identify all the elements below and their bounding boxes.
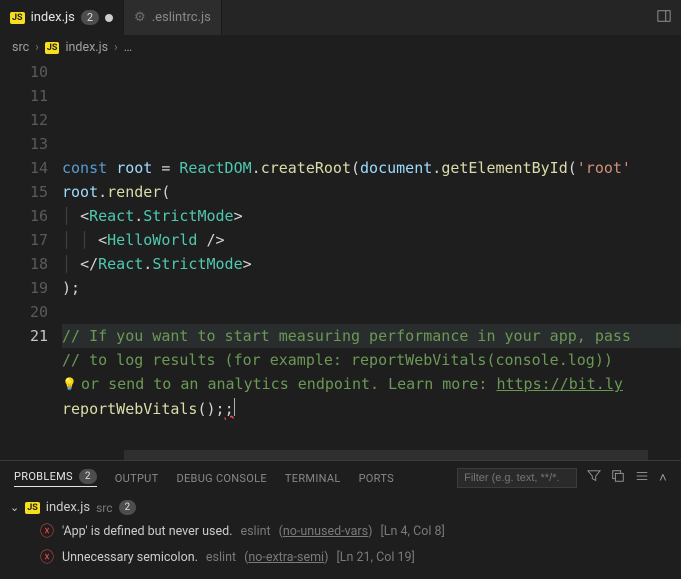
code-line[interactable]: ); — [62, 276, 681, 300]
line-number: 14 — [0, 156, 48, 180]
line-number: 15 — [0, 180, 48, 204]
problem-rule: (no-extra-semi) — [244, 550, 328, 565]
problem-location: [Ln 21, Col 19] — [336, 550, 414, 565]
error-icon: ⓧ — [40, 547, 54, 567]
code-line[interactable]: │ <React.StrictMode> — [62, 204, 681, 228]
panel-tab-label: OUTPUT — [115, 472, 159, 485]
code-line[interactable]: // to log results (for example: reportWe… — [62, 348, 681, 372]
panel-tabs: PROBLEMS 2 OUTPUT DEBUG CONSOLE TERMINAL PORT… — [0, 461, 681, 495]
problem-rule: (no-unused-vars) — [279, 524, 373, 539]
code-line[interactable]: // If you want to start measuring perfor… — [62, 324, 681, 348]
gear-icon: ⚙ — [134, 10, 146, 25]
problem-row[interactable]: ⓧ 'App' is defined but never used. eslint (… — [10, 518, 671, 544]
split-editor-icon — [657, 9, 671, 23]
panel-tab-problems[interactable]: PROBLEMS 2 — [14, 469, 97, 487]
problem-row[interactable]: ⓧ Unnecessary semicolon. eslint (no-extra-s… — [10, 544, 671, 570]
tab-label: .eslintrc.js — [152, 10, 211, 25]
panel-tab-output[interactable]: OUTPUT — [115, 472, 159, 485]
code-line[interactable] — [62, 300, 681, 324]
split-editor-button[interactable] — [647, 9, 681, 27]
line-number: 17 — [0, 228, 48, 252]
breadcrumb-folder: src — [12, 40, 29, 55]
tab-eslintrc-js[interactable]: ⚙ .eslintrc.js — [124, 0, 222, 35]
breadcrumb-more: … — [124, 40, 132, 55]
line-gutter: 101112131415161718192021 — [0, 60, 62, 460]
line-number: 12 — [0, 108, 48, 132]
line-number: 11 — [0, 84, 48, 108]
panel-tab-terminal[interactable]: TERMINAL — [285, 472, 341, 485]
chevron-up-icon[interactable]: ˄ — [659, 470, 667, 486]
editor-tabs: JS index.js 2 ⚙ .eslintrc.js — [0, 0, 681, 35]
panel-tab-ports[interactable]: PORTS — [359, 472, 394, 485]
chevron-right-icon: › — [35, 40, 39, 55]
line-number: 21 — [0, 324, 48, 348]
collapse-all-icon[interactable] — [611, 469, 625, 487]
js-icon: JS — [25, 502, 40, 514]
line-number: 16 — [0, 204, 48, 228]
breadcrumb[interactable]: src › JS index.js › … — [0, 35, 681, 60]
problems-file-name: index.js — [46, 500, 90, 515]
line-number: 19 — [0, 276, 48, 300]
line-number: 18 — [0, 252, 48, 276]
tab-label: index.js — [31, 10, 75, 25]
code-line[interactable]: │ </React.StrictMode> — [62, 252, 681, 276]
js-icon: JS — [45, 42, 60, 54]
line-number: 13 — [0, 132, 48, 156]
tab-index-js[interactable]: JS index.js 2 — [0, 0, 124, 35]
code-editor[interactable]: 101112131415161718192021 const root = Re… — [0, 60, 681, 460]
problems-filter-input[interactable] — [457, 468, 577, 488]
js-icon: JS — [10, 12, 25, 24]
problem-message: 'App' is defined but never used. — [62, 524, 232, 539]
code-area[interactable]: const root = ReactDOM.createRoot(documen… — [62, 60, 681, 460]
code-line[interactable]: const root = ReactDOM.createRoot(documen… — [62, 156, 681, 180]
problems-file-dir: src — [96, 501, 112, 515]
horizontal-scrollbar[interactable] — [124, 450, 648, 460]
view-as-list-icon[interactable] — [635, 469, 649, 487]
panel-tab-label: PROBLEMS — [14, 470, 73, 483]
problem-source: eslint — [240, 524, 270, 539]
code-line[interactable]: │ │ <HelloWorld /> — [62, 228, 681, 252]
chevron-right-icon: › — [114, 40, 118, 55]
code-line[interactable] — [62, 132, 681, 156]
panel-tab-label: PORTS — [359, 472, 394, 485]
code-line[interactable]: reportWebVitals();; — [62, 397, 681, 421]
error-icon: ⓧ — [40, 521, 54, 541]
problems-list: ⌄ JS index.js src 2 ⓧ 'App' is defined bu… — [0, 495, 681, 572]
problems-file-row[interactable]: ⌄ JS index.js src 2 — [10, 497, 671, 518]
breadcrumb-file: index.js — [65, 40, 108, 55]
chevron-down-icon: ⌄ — [10, 501, 19, 514]
problems-file-count: 2 — [119, 500, 137, 515]
panel-tab-label: TERMINAL — [285, 472, 341, 485]
line-number: 10 — [0, 60, 48, 84]
tab-problem-count: 2 — [81, 10, 99, 25]
panel-tab-badge: 2 — [79, 469, 97, 484]
panel-tab-label: DEBUG CONSOLE — [176, 472, 266, 485]
code-line[interactable]: 💡 or send to an analytics endpoint. Lear… — [62, 372, 681, 397]
panel-tab-debug-console[interactable]: DEBUG CONSOLE — [176, 472, 266, 485]
line-number: 20 — [0, 300, 48, 324]
problem-location: [Ln 4, Col 8] — [380, 524, 444, 539]
filter-icon[interactable] — [587, 469, 601, 487]
problem-message: Unnecessary semicolon. — [62, 550, 198, 565]
unsaved-dot-icon — [105, 14, 113, 22]
bottom-panel: PROBLEMS 2 OUTPUT DEBUG CONSOLE TERMINAL PORT… — [0, 460, 681, 572]
code-line[interactable]: root.render( — [62, 180, 681, 204]
problem-source: eslint — [206, 550, 236, 565]
